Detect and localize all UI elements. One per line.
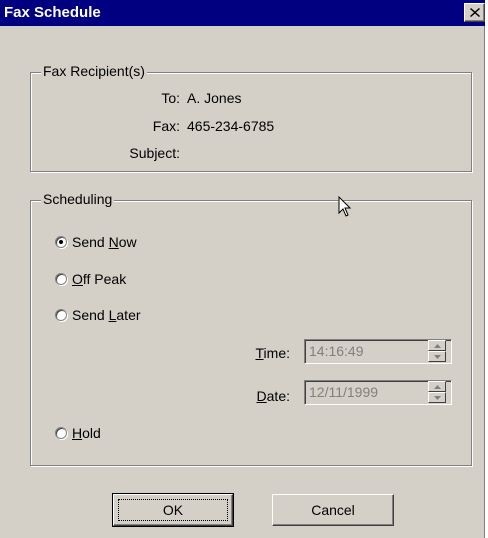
radio-off-peak-label: Off Peak [72,271,127,287]
time-spinner[interactable] [428,340,446,363]
radio-button[interactable] [55,427,67,439]
title-bar[interactable]: Fax Schedule [0,0,485,26]
cancel-button-label: Cancel [311,502,355,518]
ok-button[interactable]: OK [112,493,234,527]
time-value: 14:16:49 [309,343,364,359]
window-title: Fax Schedule [4,4,101,21]
fax-label: Fax: [152,118,180,134]
radio-hold[interactable]: Hold [55,425,101,441]
fax-schedule-dialog: Fax Schedule Fax Recipient(s) To: A. Jon… [0,0,485,538]
close-button[interactable] [464,3,485,22]
radio-send-now[interactable]: Send Now [55,234,137,250]
spin-up-icon [433,384,441,389]
radio-send-later-label: Send Later [72,307,141,323]
spin-up-icon [433,343,441,348]
radio-button[interactable] [55,309,67,321]
radio-selected-dot [59,240,63,244]
to-label: To: [161,90,180,106]
date-value: 12/11/1999 [309,384,379,400]
fax-recipients-legend: Fax Recipient(s) [41,63,147,79]
date-spinner[interactable] [428,381,446,404]
time-spin-up-button[interactable] [428,340,446,351]
spin-down-icon [433,395,441,400]
scheduling-legend: Scheduling [41,191,115,207]
time-label: Time: [255,345,291,361]
focus-rect [118,499,228,521]
date-spin-up-button[interactable] [428,381,446,392]
date-label: Date: [256,388,290,404]
radio-send-later[interactable]: Send Later [55,307,141,323]
close-icon [469,8,480,17]
date-spin-down-button[interactable] [428,392,446,403]
time-spin-down-button[interactable] [428,351,446,362]
radio-send-now-label: Send Now [72,234,137,250]
radio-button[interactable] [55,236,67,248]
fax-value: 465-234-6785 [187,118,275,134]
cancel-button[interactable]: Cancel [272,494,394,526]
radio-off-peak[interactable]: Off Peak [55,271,126,287]
radio-button[interactable] [55,273,67,285]
to-value: A. Jones [187,90,242,106]
subject-label: Subject: [129,145,180,161]
radio-hold-label: Hold [72,425,101,441]
spin-down-icon [433,354,441,359]
mouse-pointer-icon [338,196,352,217]
